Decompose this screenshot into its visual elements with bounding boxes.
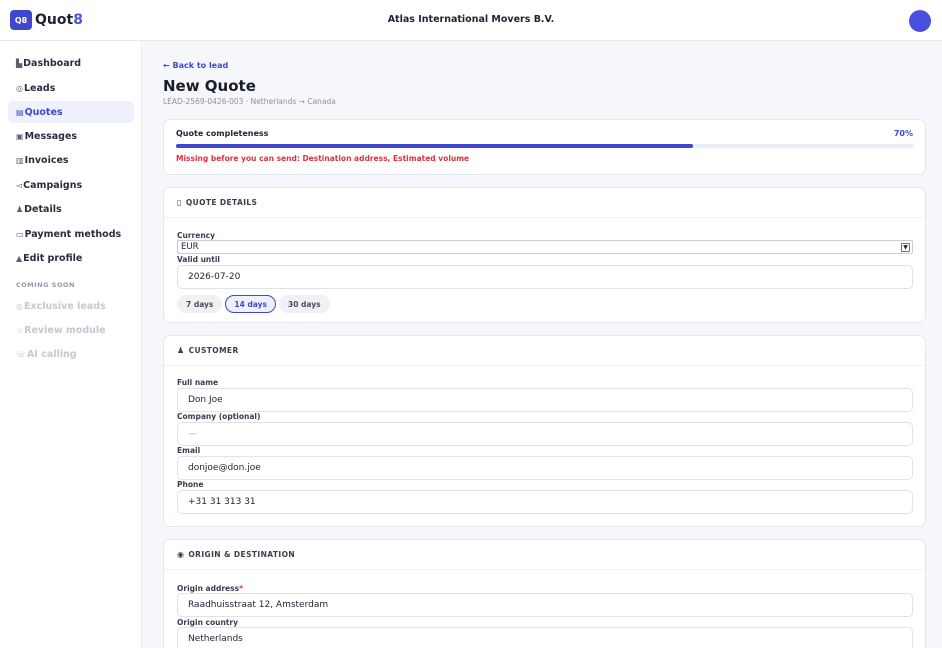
- sidebar-item-ai-calling: ☏ AI calling: [8, 343, 134, 365]
- chip-30-days[interactable]: 30 days: [279, 295, 330, 313]
- document-icon: ▤: [16, 107, 24, 117]
- sidebar-item-messages[interactable]: ▣ Messages: [8, 125, 134, 147]
- card-icon: ▭: [16, 229, 24, 239]
- page-title: New Quote: [163, 77, 256, 95]
- valid-until-label: Valid until: [177, 255, 220, 264]
- company-input[interactable]: —: [177, 422, 913, 446]
- person-icon: ♟: [16, 204, 24, 214]
- sidebar-item-label: Exclusive leads: [23, 300, 106, 312]
- section-title: CUSTOMER: [188, 346, 239, 355]
- origin-address-label: Origin address*: [177, 584, 243, 593]
- section-title: QUOTE DETAILS: [185, 198, 258, 207]
- sidebar-item-exclusive-leads: ◎ Exclusive leads: [8, 295, 134, 317]
- sidebar-item-label: AI calling: [27, 348, 77, 360]
- sidebar-item-leads[interactable]: ◎ Leads: [8, 77, 134, 99]
- company-name: Atlas International Movers B.V.: [387, 14, 555, 25]
- validity-presets: 7 days 14 days 30 days: [177, 295, 333, 313]
- sidebar-item-label: Leads: [23, 82, 56, 94]
- completeness-percent: 70%: [893, 129, 913, 138]
- message-icon: ▣: [16, 131, 24, 141]
- sidebar-item-label: Payment methods: [24, 228, 122, 240]
- star-icon: ☆: [16, 325, 24, 335]
- completeness-progress-fill: [176, 144, 693, 148]
- sidebar-item-review-module: ☆ Review module: [8, 319, 134, 341]
- main-content: ← Back to lead New Quote LEAD-2569-0426-…: [143, 41, 942, 648]
- user-avatar[interactable]: [909, 10, 931, 32]
- sidebar-item-label: Messages: [24, 130, 78, 142]
- sidebar-item-dashboard[interactable]: ▙ Dashboard: [8, 52, 134, 74]
- sidebar-item-payment-methods[interactable]: ▭ Payment methods: [8, 223, 134, 245]
- page-subtitle: LEAD-2569-0426-003 · Netherlands → Canad…: [163, 97, 336, 106]
- quote-details-header: ▯ QUOTE DETAILS: [164, 188, 925, 218]
- missing-fields-warning: Missing before you can send: Destination…: [176, 154, 470, 163]
- sidebar-item-details[interactable]: ♟ Details: [8, 198, 134, 220]
- customer-card: ♟ CUSTOMER Full name Don Joe Company (opt…: [163, 335, 926, 527]
- currency-select[interactable]: EUR ▼: [177, 240, 913, 254]
- megaphone-icon: ◅: [16, 180, 23, 190]
- section-title: ORIGIN & DESTINATION: [188, 550, 296, 559]
- sidebar: ▙ Dashboard ◎ Leads ▤ Quotes ▣ Messages ▥ Inv…: [0, 41, 142, 648]
- completeness-label: Quote completeness: [176, 129, 269, 138]
- sidebar-item-label: Dashboard: [23, 57, 82, 69]
- full-name-input[interactable]: Don Joe: [177, 388, 913, 412]
- valid-until-input[interactable]: 2026-07-20: [177, 265, 913, 289]
- currency-label: Currency: [177, 231, 216, 240]
- globe-icon: ◉: [177, 550, 185, 559]
- full-name-label: Full name: [177, 378, 219, 387]
- robot-icon: ☏: [16, 349, 27, 359]
- completeness-progress-bar: [176, 144, 914, 148]
- sidebar-item-label: Details: [24, 203, 62, 215]
- sidebar-item-invoices[interactable]: ▥ Invoices: [8, 149, 134, 171]
- currency-value: EUR: [181, 242, 199, 252]
- quote-details-card: ▯ QUOTE DETAILS Currency EUR ▼ Valid unti…: [163, 187, 926, 323]
- phone-input[interactable]: +31 31 313 31: [177, 490, 913, 514]
- back-to-lead-link[interactable]: ← Back to lead: [163, 61, 228, 70]
- profile-icon: ▲: [16, 253, 23, 263]
- person-icon: ♟: [177, 346, 185, 355]
- sidebar-item-quotes[interactable]: ▤ Quotes: [8, 101, 134, 123]
- sidebar-item-label: Campaigns: [23, 179, 83, 191]
- origin-country-label: Origin country: [177, 618, 238, 627]
- customer-header: ♟ CUSTOMER: [164, 336, 925, 366]
- origin-destination-header: ◉ ORIGIN & DESTINATION: [164, 540, 925, 570]
- invoice-icon: ▥: [16, 155, 24, 165]
- origin-address-input[interactable]: Raadhuisstraat 12, Amsterdam: [177, 593, 913, 617]
- target-icon: ◎: [16, 301, 23, 311]
- document-icon: ▯: [177, 198, 182, 207]
- top-bar: Q8 Quot8 Atlas International Movers B.V.: [0, 0, 942, 41]
- sidebar-item-label: Review module: [24, 324, 106, 336]
- phone-label: Phone: [177, 480, 204, 489]
- chevron-down-icon: ▼: [901, 243, 910, 252]
- sidebar-item-label: Quotes: [24, 106, 63, 118]
- sidebar-item-label: Edit profile: [23, 252, 83, 264]
- email-input[interactable]: donjoe@don.joe: [177, 456, 913, 480]
- sidebar-item-edit-profile[interactable]: ▲ Edit profile: [8, 247, 134, 269]
- company-label: Company (optional): [177, 412, 261, 421]
- coming-soon-label: COMING SOON: [16, 281, 75, 289]
- sidebar-item-campaigns[interactable]: ◅ Campaigns: [8, 174, 134, 196]
- origin-country-input[interactable]: Netherlands: [177, 627, 913, 648]
- chart-icon: ▙: [16, 58, 23, 68]
- target-icon: ◎: [16, 83, 23, 93]
- sidebar-item-label: Invoices: [24, 154, 69, 166]
- chip-14-days[interactable]: 14 days: [225, 295, 276, 313]
- chip-7-days[interactable]: 7 days: [177, 295, 223, 313]
- origin-destination-card: ◉ ORIGIN & DESTINATION Origin address* Ra…: [163, 539, 926, 648]
- completeness-card: Quote completeness 70% Missing before yo…: [163, 119, 926, 175]
- email-label: Email: [177, 446, 201, 455]
